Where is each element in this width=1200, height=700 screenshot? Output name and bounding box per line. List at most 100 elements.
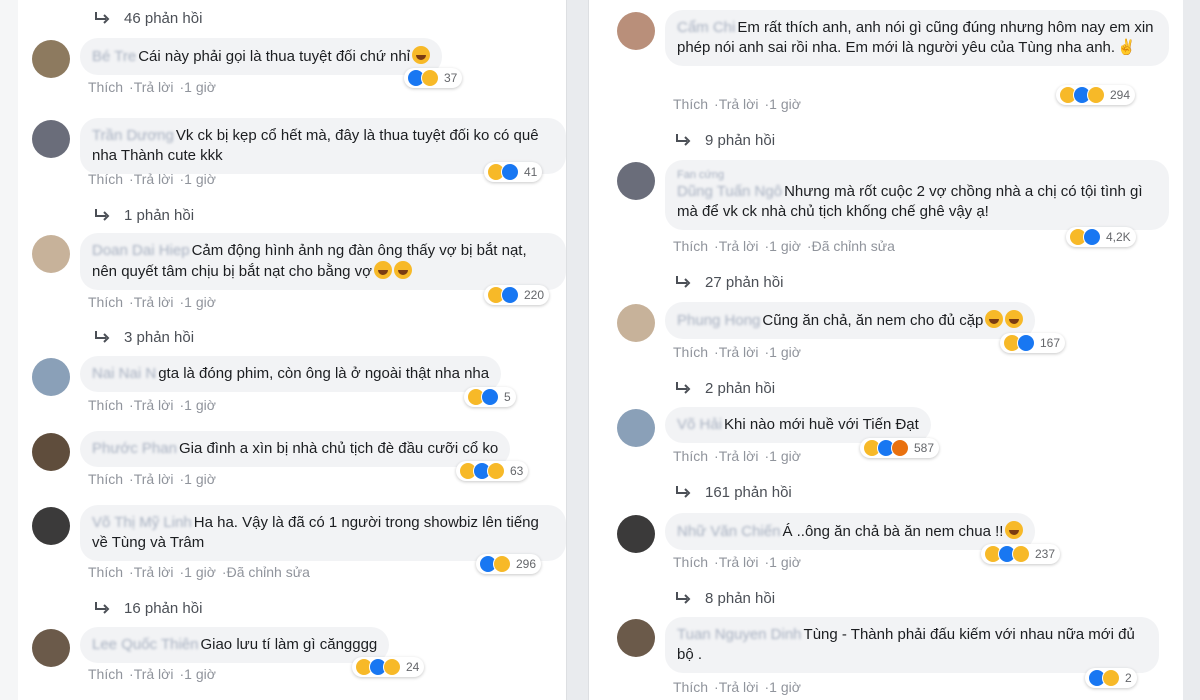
reaction-summary[interactable]: 296	[476, 554, 542, 574]
like-link[interactable]: Thích	[88, 171, 123, 187]
commenter-name[interactable]: Lee Quốc Thiên	[92, 636, 198, 653]
view-replies-link[interactable]: 16 phản hồi	[94, 598, 202, 618]
reply-link[interactable]: Trả lời	[719, 96, 759, 112]
commenter-name[interactable]: Phung Hong	[677, 312, 760, 329]
avatar[interactable]	[617, 619, 655, 657]
comment-time[interactable]: 1 giờ	[769, 554, 801, 570]
reaction-summary[interactable]: 587	[860, 438, 940, 458]
view-replies-link[interactable]: 27 phản hồi	[675, 272, 783, 292]
reply-link[interactable]: Trả lời	[719, 238, 759, 254]
edited-label[interactable]: Đã chỉnh sửa	[812, 238, 895, 254]
commenter-name[interactable]: Trần Dương	[92, 127, 174, 144]
sad-reaction-icon	[1012, 545, 1030, 563]
avatar[interactable]	[32, 120, 70, 158]
comment-actions: Thích ·Trả lời ·1 giờ	[88, 471, 216, 487]
reaction-summary[interactable]: 220	[484, 285, 550, 305]
view-replies-link[interactable]: 161 phản hồi	[675, 482, 792, 502]
avatar[interactable]	[617, 12, 655, 50]
comment-time[interactable]: 1 giờ	[769, 344, 801, 360]
like-link[interactable]: Thích	[88, 397, 123, 413]
comment-time[interactable]: 1 giờ	[184, 471, 216, 487]
comment-time[interactable]: 1 giờ	[184, 666, 216, 682]
reply-link[interactable]: Trả lời	[134, 666, 174, 682]
edited-label[interactable]: Đã chỉnh sửa	[227, 564, 310, 580]
commenter-name[interactable]: Võ Hải	[677, 416, 722, 433]
reaction-summary[interactable]: 37	[404, 68, 463, 88]
commenter-name[interactable]: Phước Phan	[92, 440, 177, 457]
reply-link[interactable]: Trả lời	[134, 294, 174, 310]
comment-time[interactable]: 1 giờ	[184, 79, 216, 95]
commenter-name[interactable]: Nhữ Văn Chiến	[677, 523, 780, 540]
comment-time[interactable]: 1 giờ	[184, 397, 216, 413]
reaction-count: 24	[406, 660, 420, 674]
view-replies-link[interactable]: 9 phản hồi	[675, 130, 775, 150]
avatar[interactable]	[32, 433, 70, 471]
commenter-name[interactable]: Dũng Tuấn Ngô	[677, 183, 782, 200]
reply-link[interactable]: Trả lời	[134, 79, 174, 95]
like-link[interactable]: Thích	[673, 344, 708, 360]
commenter-name[interactable]: Doan Dai Hiep	[92, 242, 190, 259]
reaction-count: 2	[1125, 671, 1132, 685]
avatar[interactable]	[32, 235, 70, 273]
commenter-name[interactable]: Nai Nai N	[92, 365, 156, 382]
comment-time[interactable]: 1 giờ	[769, 679, 801, 695]
comment-time[interactable]: 1 giờ	[184, 294, 216, 310]
reply-link[interactable]: Trả lời	[134, 397, 174, 413]
reply-link[interactable]: Trả lời	[719, 679, 759, 695]
like-link[interactable]: Thích	[673, 96, 708, 112]
reply-link[interactable]: Trả lời	[134, 171, 174, 187]
like-link[interactable]: Thích	[88, 666, 123, 682]
reaction-summary[interactable]: 5	[464, 387, 516, 407]
view-replies-link[interactable]: 1 phản hồi	[94, 205, 194, 225]
like-link[interactable]: Thích	[673, 238, 708, 254]
commenter-name[interactable]: Tuan Nguyen Dinh	[677, 626, 802, 643]
reply-link[interactable]: Trả lời	[719, 554, 759, 570]
comment-actions: Thích ·Trả lời ·1 giờ	[88, 171, 216, 187]
avatar[interactable]	[617, 515, 655, 553]
reply-link[interactable]: Trả lời	[719, 448, 759, 464]
avatar[interactable]	[32, 358, 70, 396]
commenter-name[interactable]: Cẩm Chi	[677, 19, 735, 36]
reply-link[interactable]: Trả lời	[134, 471, 174, 487]
like-link[interactable]: Thích	[673, 554, 708, 570]
avatar[interactable]	[617, 304, 655, 342]
reaction-summary[interactable]: 2	[1085, 668, 1137, 688]
like-link[interactable]: Thích	[88, 564, 123, 580]
comment-time[interactable]: 1 giờ	[769, 448, 801, 464]
comment-bubble: Lee Quốc Thiên Giao lưu tí làm gì căngggg	[80, 627, 390, 663]
avatar[interactable]	[617, 409, 655, 447]
reaction-summary[interactable]: 41	[484, 162, 543, 182]
reaction-summary[interactable]: 294	[1056, 85, 1136, 105]
like-link[interactable]: Thích	[673, 448, 708, 464]
view-replies-link[interactable]: 46 phản hồi	[94, 8, 202, 28]
replies-count-text: 2 phản hồi	[705, 379, 776, 397]
reaction-summary[interactable]: 63	[456, 461, 529, 481]
reaction-summary[interactable]: 24	[352, 657, 425, 677]
avatar[interactable]	[32, 40, 70, 78]
reaction-summary[interactable]: 4,2K	[1066, 227, 1136, 247]
reply-arrow-icon	[95, 209, 110, 221]
comment-bubble: Võ Thị Mỹ Linh Ha ha. Vậy là đã có 1 ngườ…	[80, 505, 566, 561]
commenter-name[interactable]: Võ Thị Mỹ Linh	[92, 514, 192, 531]
replies-count-text: 46 phản hồi	[124, 9, 203, 27]
view-replies-link[interactable]: 3 phản hồi	[94, 327, 194, 347]
reply-link[interactable]: Trả lời	[134, 564, 174, 580]
like-link[interactable]: Thích	[673, 679, 708, 695]
comment-time[interactable]: 1 giờ	[769, 238, 801, 254]
comment-text: Cái này phải gọi là thua tuyệt đối chứ n…	[138, 48, 411, 65]
like-link[interactable]: Thích	[88, 471, 123, 487]
avatar[interactable]	[32, 629, 70, 667]
like-link[interactable]: Thích	[88, 294, 123, 310]
avatar[interactable]	[617, 162, 655, 200]
avatar[interactable]	[32, 507, 70, 545]
reaction-summary[interactable]: 167	[1000, 333, 1066, 353]
reaction-summary[interactable]: 237	[981, 544, 1061, 564]
view-replies-link[interactable]: 8 phản hồi	[675, 588, 775, 608]
comment-time[interactable]: 1 giờ	[769, 96, 801, 112]
like-link[interactable]: Thích	[88, 79, 123, 95]
comment-time[interactable]: 1 giờ	[184, 564, 216, 580]
reply-link[interactable]: Trả lời	[719, 344, 759, 360]
view-replies-link[interactable]: 2 phản hồi	[675, 378, 775, 398]
comment-time[interactable]: 1 giờ	[184, 171, 216, 187]
commenter-name[interactable]: Bé Tre	[92, 48, 136, 65]
